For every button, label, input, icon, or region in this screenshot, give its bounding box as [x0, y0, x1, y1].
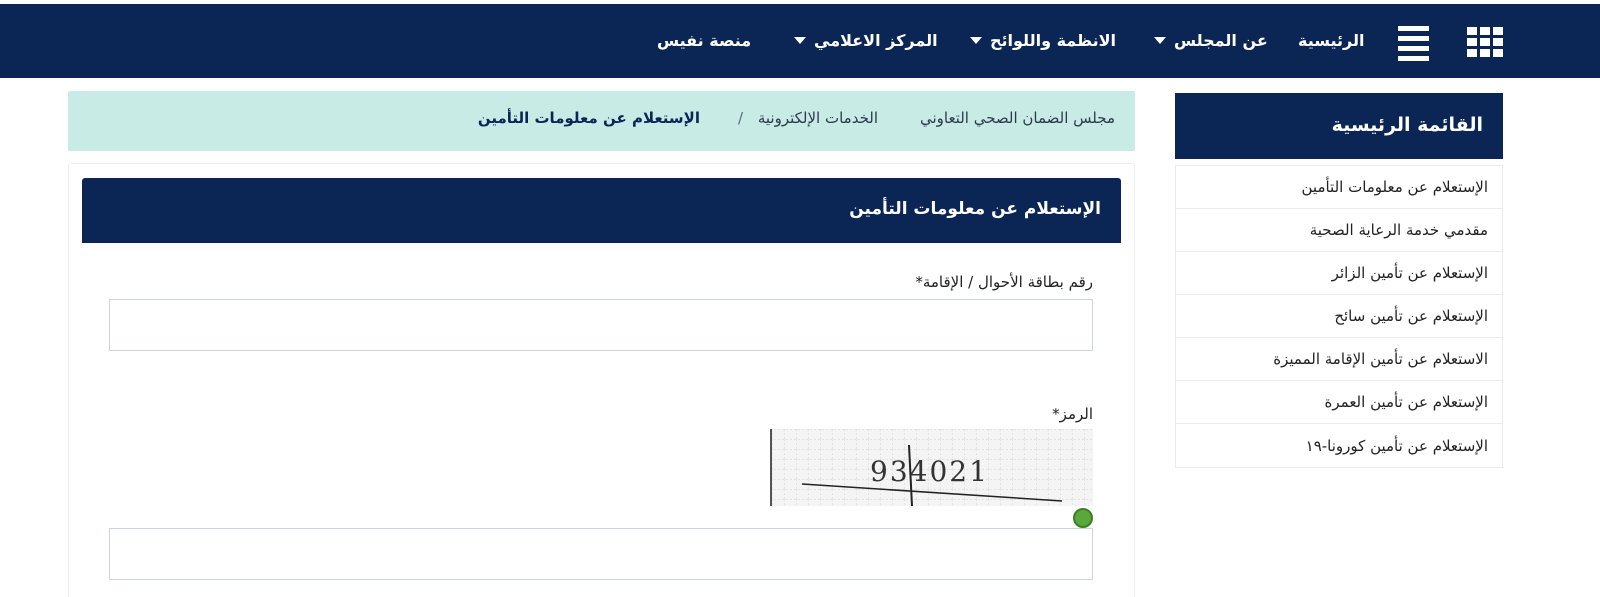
- captcha-input[interactable]: [109, 528, 1093, 580]
- sidebar-item-covid19-insurance[interactable]: الإستعلام عن تأمين كورونا-١٩: [1176, 424, 1502, 467]
- top-navbar: الرئيسية عن المجلس الانظمة واللوائح المر…: [0, 4, 1600, 78]
- nav-item-home[interactable]: الرئيسية: [1298, 31, 1365, 50]
- apps-grid-icon[interactable]: [1467, 27, 1503, 58]
- nav-item-label: عن المجلس: [1174, 31, 1268, 50]
- id-number-label: رقم بطاقة الأحوال / الإقامة*: [915, 273, 1093, 291]
- breadcrumb-current: الإستعلام عن معلومات التأمين: [477, 109, 700, 127]
- sidebar-item-insurance-info[interactable]: الإستعلام عن معلومات التأمين: [1176, 166, 1502, 209]
- breadcrumb-link-council[interactable]: مجلس الضمان الصحي التعاوني: [920, 109, 1115, 127]
- sidebar-menu: الإستعلام عن معلومات التأمين مقدمي خدمة …: [1175, 165, 1503, 468]
- card-title: الإستعلام عن معلومات التأمين: [849, 199, 1101, 219]
- refresh-icon[interactable]: [1073, 508, 1093, 528]
- caret-down-icon: [794, 37, 806, 44]
- id-number-input[interactable]: [109, 299, 1093, 351]
- captcha-text: 934021: [870, 455, 989, 488]
- nav-item-label: منصة نفيس: [657, 31, 752, 50]
- breadcrumb-link-eservices[interactable]: الخدمات الإلكترونية: [758, 109, 878, 127]
- caret-down-icon: [970, 37, 982, 44]
- breadcrumb-separator: /: [737, 109, 743, 127]
- sidebar-item-tourist-insurance[interactable]: الإستعلام عن تأمين سائح: [1176, 295, 1502, 338]
- nav-item-about[interactable]: عن المجلس: [1154, 31, 1268, 50]
- sidebar-item-healthcare-providers[interactable]: مقدمي خدمة الرعاية الصحية: [1176, 209, 1502, 252]
- breadcrumb: مجلس الضمان الصحي التعاوني الخدمات الإلك…: [68, 91, 1135, 151]
- nav-item-regulations[interactable]: الانظمة واللوائح: [970, 31, 1116, 50]
- sidebar-item-visitor-insurance[interactable]: الإستعلام عن تأمين الزائر: [1176, 252, 1502, 295]
- nav-item-label: الانظمة واللوائح: [990, 31, 1117, 50]
- sidebar-item-premium-residency-insurance[interactable]: الاستعلام عن تأمين الإقامة المميزة: [1176, 338, 1502, 381]
- caret-down-icon: [1154, 37, 1166, 44]
- nav-item-label: المركز الاعلامي: [814, 31, 938, 50]
- captcha-label: الرمز*: [1052, 405, 1093, 423]
- nav-item-nafees-platform[interactable]: منصة نفيس: [657, 31, 751, 50]
- captcha-image: 934021: [770, 429, 1093, 506]
- sidebar-title: القائمة الرئيسية: [1331, 114, 1483, 136]
- sidebar-header: القائمة الرئيسية: [1175, 93, 1503, 159]
- nav-item-media-center[interactable]: المركز الاعلامي: [794, 31, 938, 50]
- sidebar-item-umrah-insurance[interactable]: الإستعلام عن تأمين العمرة: [1176, 381, 1502, 424]
- hamburger-menu-icon[interactable]: [1398, 26, 1429, 61]
- card-header: الإستعلام عن معلومات التأمين: [82, 178, 1121, 243]
- nav-item-label: الرئيسية: [1298, 31, 1365, 50]
